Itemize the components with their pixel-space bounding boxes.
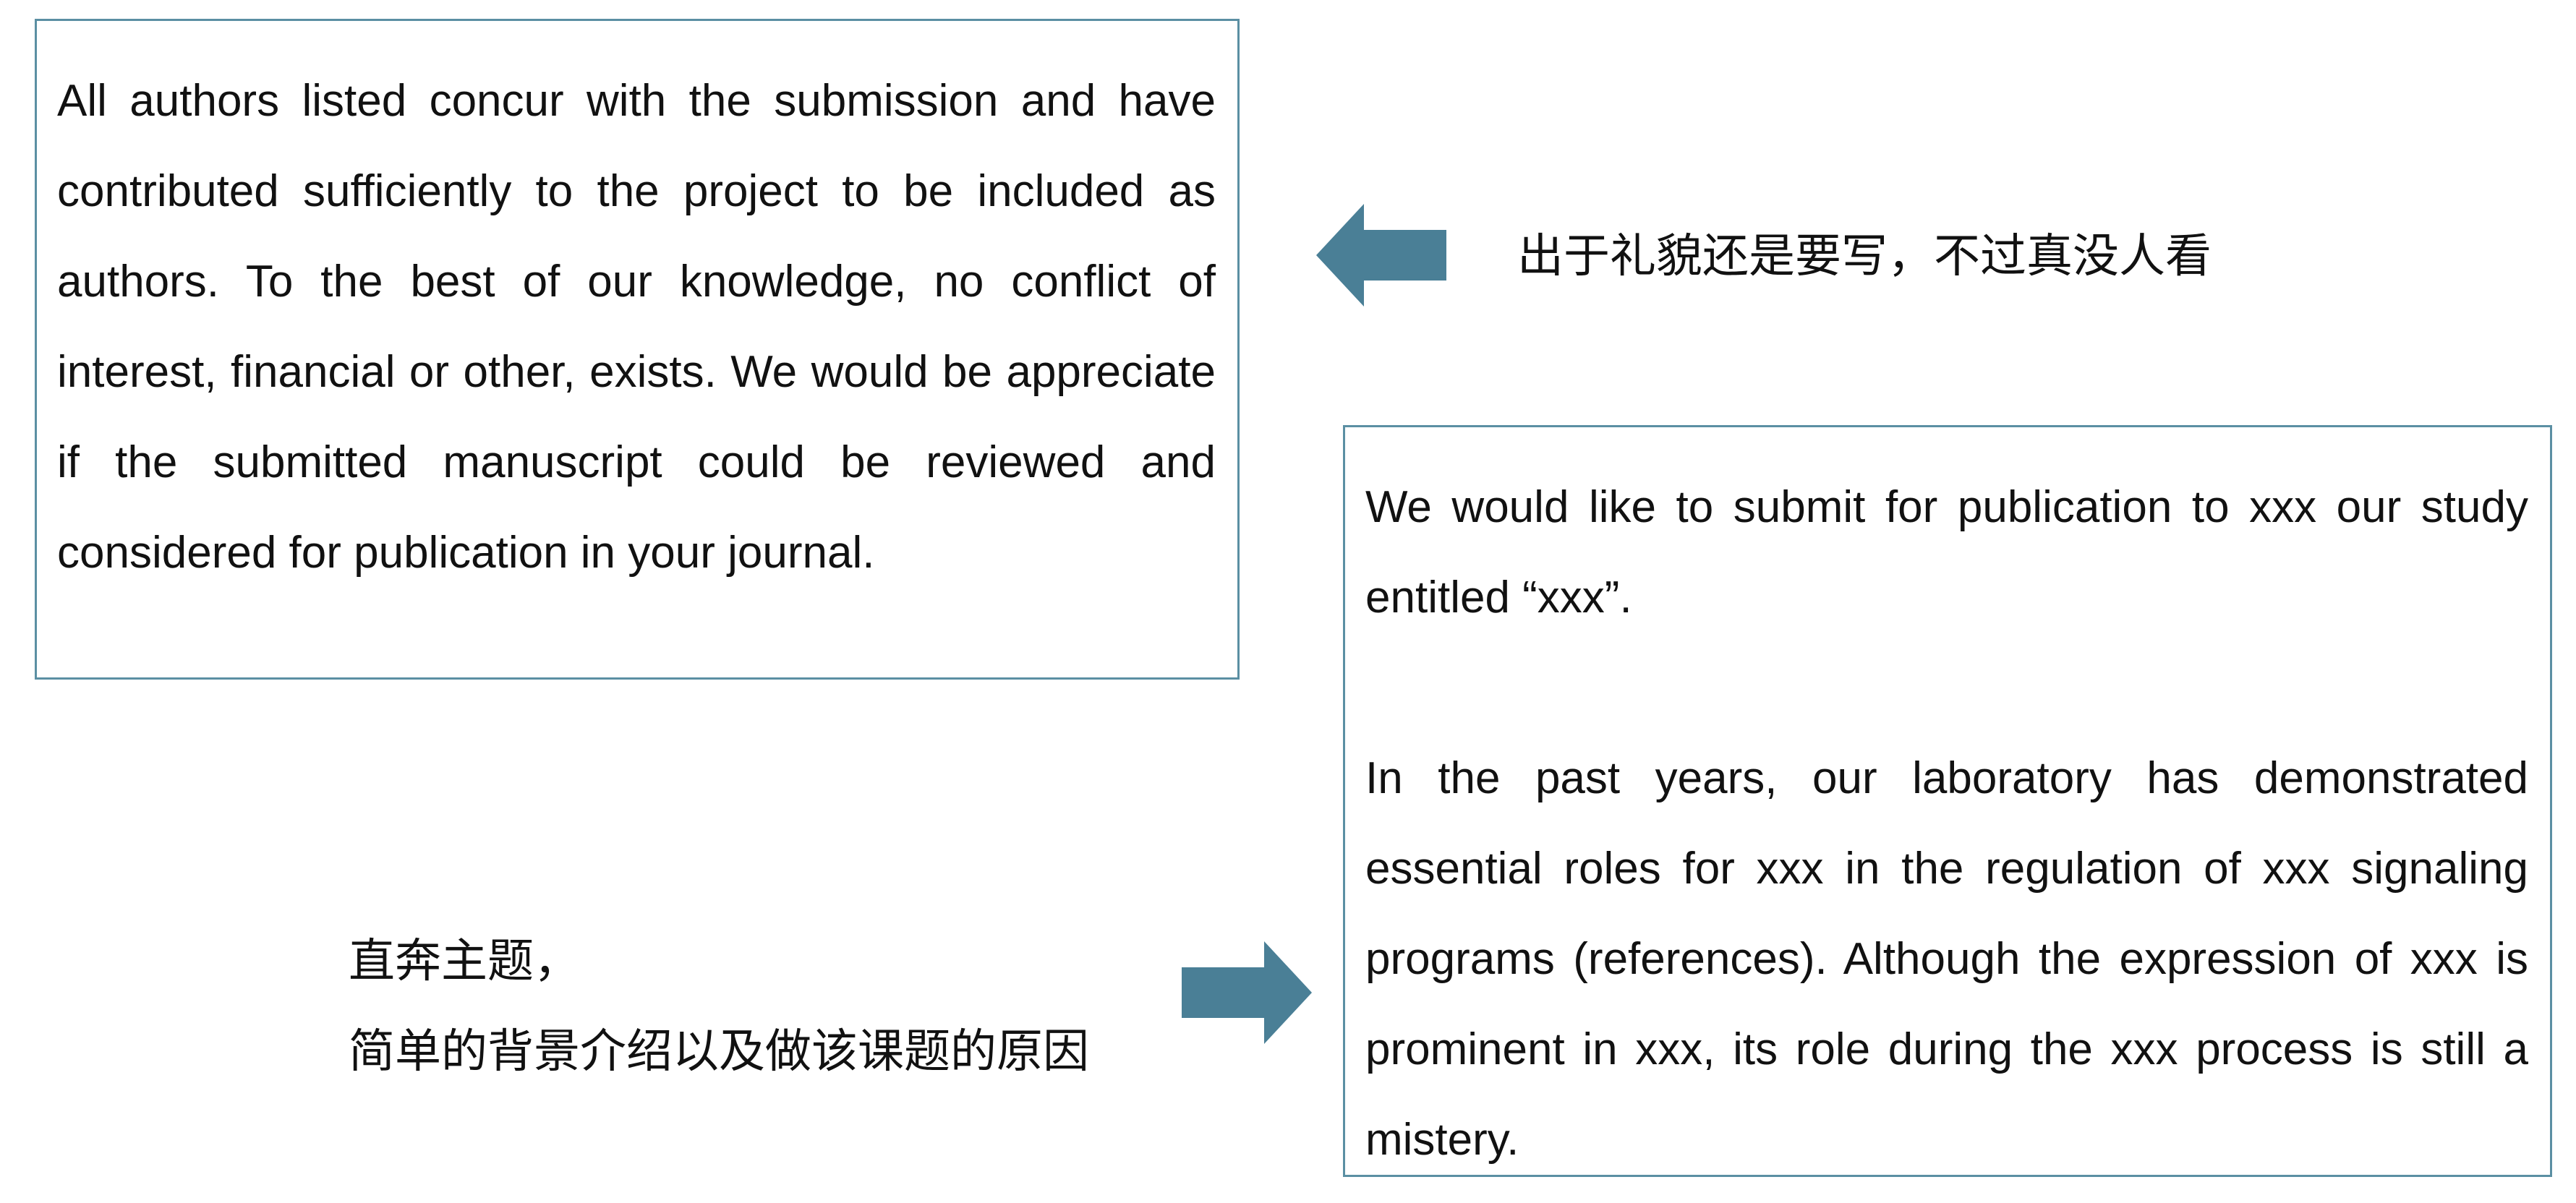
closing-statement-box: All authors listed concur with the submi…	[35, 19, 1240, 680]
opening-statement-box: We would like to submit for publication …	[1343, 425, 2552, 1177]
arrow-right-icon	[1182, 941, 1312, 1044]
opening-paragraph-1: We would like to submit for publication …	[1365, 482, 2528, 622]
annotation-bottom-line-2: 简单的背景介绍以及做该课题的原因	[349, 1025, 1089, 1079]
annotation-bottom: 直奔主题， 简单的背景介绍以及做该课题的原因	[349, 917, 1089, 1097]
annotation-top: 出于礼貌还是要写，不过真没人看	[1517, 230, 2212, 283]
arrow-left-icon	[1316, 204, 1446, 307]
opening-paragraph-2: In the past years, our laboratory has de…	[1365, 753, 2528, 1165]
closing-statement-text: All authors listed concur with the submi…	[57, 76, 1216, 578]
annotation-bottom-line-1: 直奔主题，	[349, 935, 580, 988]
